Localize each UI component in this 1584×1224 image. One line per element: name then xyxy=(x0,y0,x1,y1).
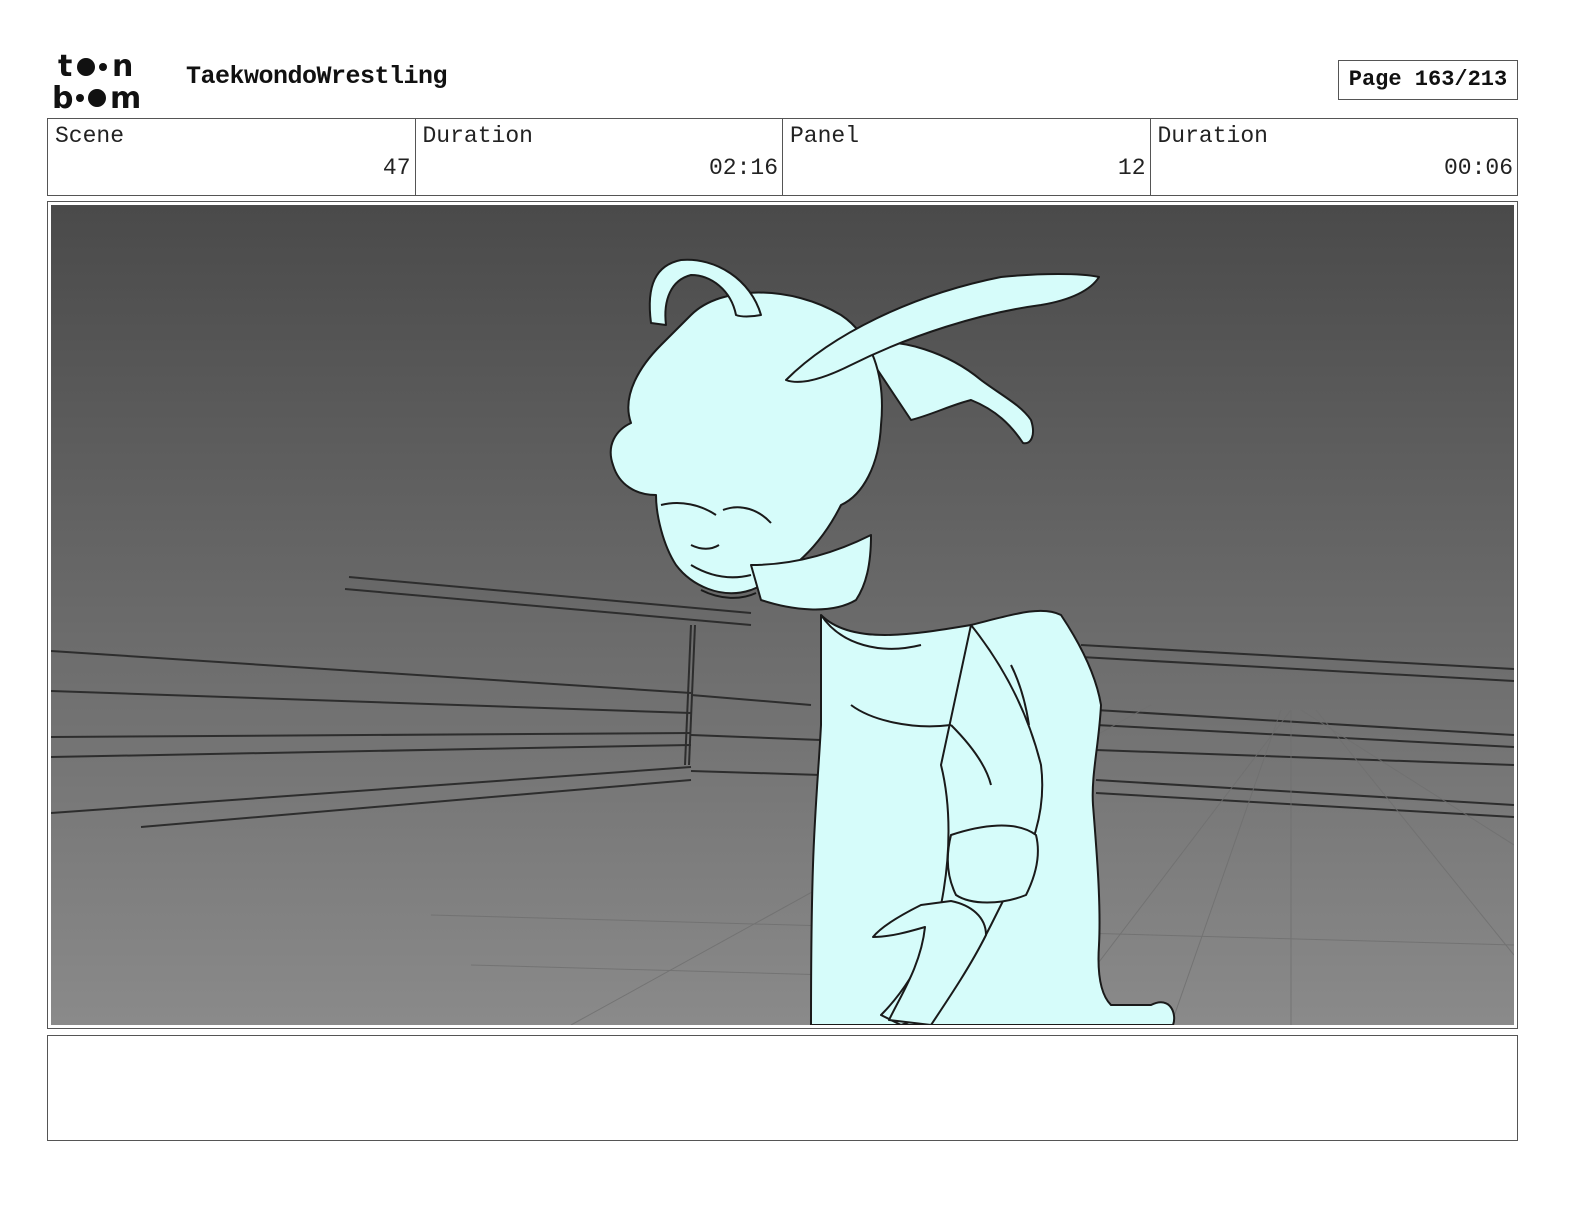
page-number: Page 163/213 xyxy=(1338,60,1518,100)
svg-text:t: t xyxy=(58,50,72,84)
panel-label: Panel xyxy=(790,123,860,149)
panel-notes-box xyxy=(47,1035,1518,1141)
scene-duration-value: 02:16 xyxy=(708,155,778,181)
project-title: TaekwondoWrestling xyxy=(186,62,448,91)
svg-text:m: m xyxy=(110,81,141,112)
svg-text:b: b xyxy=(52,81,73,112)
panel-cell: Panel 12 xyxy=(783,119,1151,195)
toon-boom-logo: t n b m xyxy=(52,50,141,112)
panel-value: 12 xyxy=(1117,155,1146,181)
scene-duration-cell: Duration 02:16 xyxy=(416,119,783,195)
scene-duration-label: Duration xyxy=(422,123,533,149)
scene-info-table: Scene 47 Duration 02:16 Panel 12 Duratio… xyxy=(47,118,1518,196)
panel-duration-value: 00:06 xyxy=(1443,155,1513,181)
scene-cell: Scene 47 xyxy=(48,119,416,195)
svg-text:n: n xyxy=(112,50,133,84)
panel-duration-cell: Duration 00:06 xyxy=(1151,119,1518,195)
storyboard-panel-image xyxy=(51,205,1514,1025)
scene-value: 47 xyxy=(382,155,411,181)
scene-label: Scene xyxy=(55,123,125,149)
panel-duration-label: Duration xyxy=(1157,123,1268,149)
